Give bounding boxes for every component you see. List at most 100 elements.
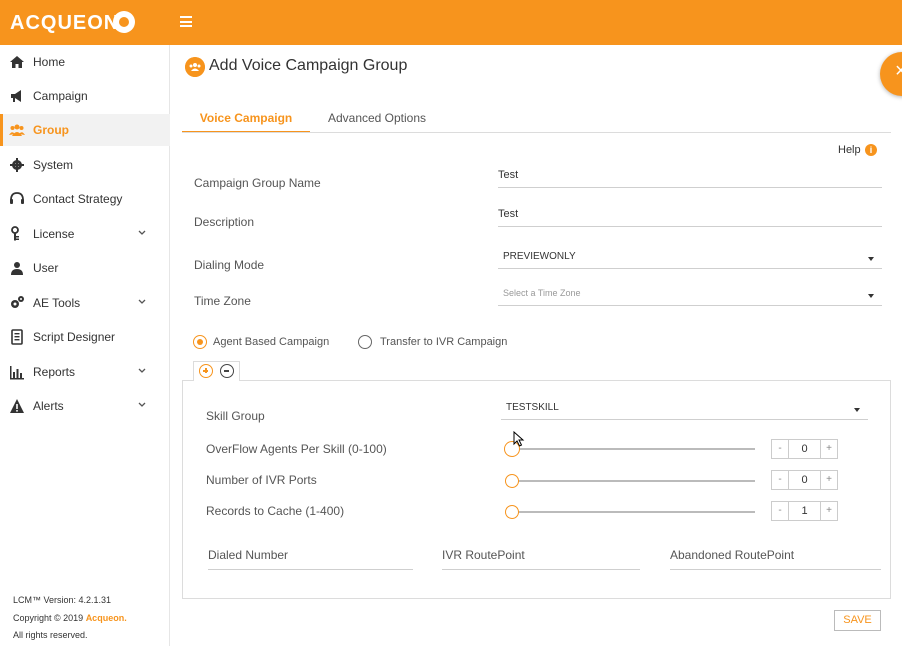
campaign-group-name-label: Campaign Group Name bbox=[194, 176, 321, 190]
overflow-agents-slider-track[interactable] bbox=[512, 448, 755, 450]
ivr-ports-slider-thumb[interactable] bbox=[505, 474, 519, 488]
gear-icon bbox=[10, 158, 24, 172]
time-zone-placeholder: Select a Time Zone bbox=[503, 288, 581, 298]
ivr-ports-value[interactable]: 0 bbox=[788, 471, 821, 489]
dropdown-caret-icon bbox=[868, 294, 874, 298]
user-icon bbox=[11, 262, 23, 275]
app-logo: ACQUEON bbox=[10, 12, 120, 34]
warning-icon bbox=[10, 399, 24, 413]
description-label: Description bbox=[194, 215, 255, 229]
tabs-divider bbox=[182, 132, 891, 133]
ivr-ports-label: Number of IVR Ports bbox=[206, 473, 317, 487]
dropdown-caret-icon bbox=[868, 257, 874, 261]
sidebar-item-label: Alerts bbox=[33, 399, 64, 413]
chevron-down-icon bbox=[138, 368, 146, 373]
skill-group-select[interactable]: TESTSKILL bbox=[501, 398, 868, 420]
bar-chart-icon bbox=[10, 366, 24, 380]
headset-icon bbox=[10, 192, 24, 204]
dialing-mode-select[interactable]: PREVIEWONLY bbox=[498, 247, 882, 269]
close-button[interactable] bbox=[880, 52, 902, 96]
copyright-prefix: Copyright © 2019 bbox=[13, 613, 84, 623]
time-zone-select[interactable]: Select a Time Zone bbox=[498, 284, 882, 306]
skill-group-value: TESTSKILL bbox=[506, 402, 559, 413]
version-text: LCM™ Version: 4.2.1.31 bbox=[13, 595, 112, 605]
records-to-cache-value[interactable]: 1 bbox=[788, 502, 821, 520]
decrement-button[interactable]: - bbox=[772, 440, 788, 458]
tab-advanced-options[interactable]: Advanced Options bbox=[312, 104, 442, 133]
campaign-group-name-input[interactable]: Test bbox=[498, 166, 882, 188]
records-to-cache-label: Records to Cache (1-400) bbox=[206, 504, 345, 518]
ivr-ports-stepper[interactable]: - 0 + bbox=[771, 470, 838, 490]
remove-skill-group-button[interactable] bbox=[220, 364, 234, 378]
dropdown-caret-icon bbox=[854, 408, 860, 412]
group-icon bbox=[185, 57, 205, 77]
sidebar-item-label: Home bbox=[33, 55, 66, 69]
chevron-down-icon bbox=[138, 402, 146, 407]
page-title: Add Voice Campaign Group bbox=[209, 57, 408, 74]
sidebar-item-user[interactable]: User bbox=[0, 252, 170, 284]
copyright-brand-link[interactable]: Acqueon. bbox=[86, 613, 127, 623]
increment-button[interactable]: + bbox=[821, 471, 837, 489]
sidebar-item-contact-strategy[interactable]: Contact Strategy bbox=[0, 183, 170, 215]
ivr-routepoint-input[interactable]: IVR RoutePoint bbox=[442, 542, 640, 570]
tab-voice-campaign[interactable]: Voice Campaign bbox=[182, 104, 310, 133]
sidebar-item-label: Group bbox=[33, 123, 69, 137]
megaphone-icon bbox=[11, 90, 21, 102]
decrement-button[interactable]: - bbox=[772, 471, 788, 489]
sidebar-item-reports[interactable]: Reports bbox=[0, 356, 170, 388]
ivr-ports-slider-track[interactable] bbox=[512, 480, 755, 482]
transfer-to-ivr-label[interactable]: Transfer to IVR Campaign bbox=[380, 336, 507, 348]
sidebar-item-license[interactable]: License bbox=[0, 218, 170, 250]
chevron-down-icon bbox=[138, 299, 146, 304]
key-icon bbox=[11, 226, 19, 241]
overflow-agents-label: OverFlow Agents Per Skill (0-100) bbox=[206, 442, 387, 456]
sidebar-item-system[interactable]: System bbox=[0, 149, 170, 181]
records-to-cache-stepper[interactable]: - 1 + bbox=[771, 501, 838, 521]
time-zone-label: Time Zone bbox=[194, 294, 251, 308]
sidebar-item-label: User bbox=[33, 261, 59, 275]
agent-based-campaign-label[interactable]: Agent Based Campaign bbox=[213, 336, 329, 348]
sidebar-item-label: Contact Strategy bbox=[33, 192, 123, 206]
abandoned-routepoint-input[interactable]: Abandoned RoutePoint bbox=[670, 542, 881, 570]
skill-group-label: Skill Group bbox=[206, 409, 265, 423]
mouse-cursor-icon bbox=[513, 431, 525, 447]
sidebar-item-label: Campaign bbox=[33, 89, 88, 103]
dialed-number-input[interactable]: Dialed Number bbox=[208, 542, 413, 570]
records-to-cache-slider-thumb[interactable] bbox=[505, 505, 519, 519]
copyright-text: Copyright © 2019 Acqueon. bbox=[13, 613, 127, 623]
sidebar: Home Campaign Group System Contact Strat… bbox=[0, 45, 170, 646]
sidebar-item-label: System bbox=[33, 158, 74, 172]
sidebar-item-label: AE Tools bbox=[33, 296, 81, 310]
records-to-cache-slider-track[interactable] bbox=[512, 511, 755, 513]
sidebar-item-label: Reports bbox=[33, 365, 76, 379]
dialing-mode-value: PREVIEWONLY bbox=[503, 251, 576, 262]
document-icon bbox=[11, 329, 23, 345]
info-icon[interactable]: i bbox=[865, 144, 877, 156]
main-content: Add Voice Campaign Group Voice Campaign … bbox=[171, 45, 902, 646]
chevron-down-icon bbox=[138, 230, 146, 235]
overflow-agents-stepper[interactable]: - 0 + bbox=[771, 439, 838, 459]
save-button[interactable]: SAVE bbox=[834, 610, 881, 631]
menu-toggle-icon[interactable] bbox=[180, 16, 192, 27]
sidebar-item-label: License bbox=[33, 227, 75, 241]
dialing-mode-label: Dialing Mode bbox=[194, 258, 265, 272]
description-input[interactable]: Test bbox=[498, 205, 882, 227]
sidebar-item-script-designer[interactable]: Script Designer bbox=[0, 321, 170, 353]
cogs-icon bbox=[11, 296, 24, 308]
increment-button[interactable]: + bbox=[821, 440, 837, 458]
top-bar: ACQUEON bbox=[0, 0, 902, 45]
sidebar-item-campaign[interactable]: Campaign bbox=[0, 80, 170, 112]
sidebar-item-alerts[interactable]: Alerts bbox=[0, 390, 170, 422]
rights-text: All rights reserved. bbox=[13, 630, 88, 640]
logo-mark-icon bbox=[113, 11, 135, 33]
overflow-agents-value[interactable]: 0 bbox=[788, 440, 821, 458]
help-label[interactable]: Help bbox=[838, 144, 861, 156]
sidebar-item-home[interactable]: Home bbox=[0, 46, 170, 78]
sidebar-item-group[interactable]: Group bbox=[0, 114, 170, 146]
add-skill-group-button[interactable] bbox=[199, 364, 213, 378]
increment-button[interactable]: + bbox=[821, 502, 837, 520]
agent-based-campaign-radio[interactable] bbox=[193, 335, 207, 349]
decrement-button[interactable]: - bbox=[772, 502, 788, 520]
sidebar-item-ae-tools[interactable]: AE Tools bbox=[0, 287, 170, 319]
transfer-to-ivr-radio[interactable] bbox=[358, 335, 372, 349]
